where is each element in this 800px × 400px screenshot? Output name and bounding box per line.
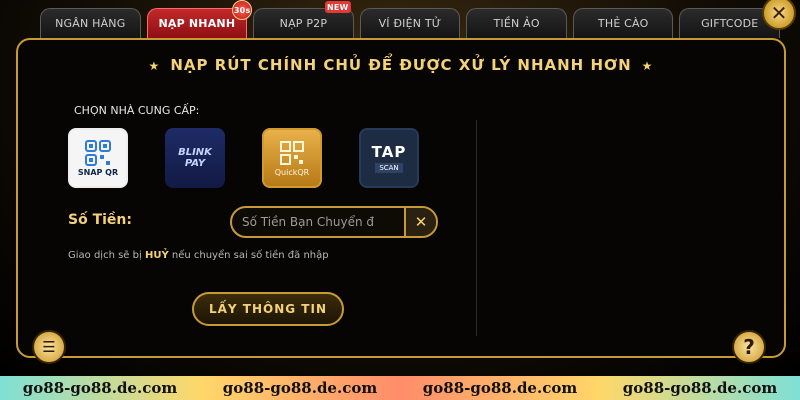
provider-quick-qr[interactable]: QuickQR bbox=[262, 128, 322, 188]
tab-label: NẠP NHANH bbox=[158, 17, 236, 30]
headline-text: NẠP RÚT CHÍNH CHỦ ĐỂ ĐƯỢC XỬ LÝ NHANH HƠ… bbox=[170, 56, 632, 74]
tab-label: NGÂN HÀNG bbox=[55, 17, 126, 30]
warning-after: nếu chuyển sai số tiền đã nhập bbox=[168, 250, 329, 261]
question-icon: ? bbox=[743, 335, 755, 359]
amount-input[interactable] bbox=[232, 208, 404, 236]
watermark-text: go88-go88.de.com bbox=[222, 379, 378, 397]
star-icon: ★ bbox=[641, 59, 654, 73]
notes-icon: ☰ bbox=[42, 338, 56, 356]
deposit-panel: ★ NẠP RÚT CHÍNH CHỦ ĐỂ ĐƯỢC XỬ LÝ NHANH H… bbox=[16, 38, 786, 358]
tab-nap-p2p[interactable]: NẠP P2P NEW bbox=[253, 1, 354, 38]
warning-emphasis: HUỶ bbox=[144, 250, 169, 261]
provider-snap-qr[interactable]: SNAP QR bbox=[68, 128, 128, 188]
provider-list: SNAP QR BLINK PAY QuickQR TAP SCAN bbox=[68, 128, 419, 188]
provider-name: QuickQR bbox=[274, 167, 310, 177]
get-info-button[interactable]: LẤY THÔNG TIN bbox=[192, 292, 344, 326]
panel-divider bbox=[476, 120, 477, 336]
provider-name: SNAP QR bbox=[77, 167, 119, 177]
help-button[interactable]: ? bbox=[732, 330, 766, 364]
tab-label: VÍ ĐIỆN TỬ bbox=[378, 17, 442, 30]
warning-text: Giao dịch sẽ bị HUỶ nếu chuyển sai số ti… bbox=[68, 250, 329, 261]
tab-bar: NGÂN HÀNG NẠP NHANH 30s NẠP P2P NEW VÍ Đ… bbox=[40, 0, 781, 38]
tab-ngan-hang[interactable]: NGÂN HÀNG bbox=[40, 8, 141, 38]
star-icon: ★ bbox=[148, 59, 161, 73]
panel-headline: ★ NẠP RÚT CHÍNH CHỦ ĐỂ ĐƯỢC XỬ LÝ NHANH H… bbox=[18, 56, 784, 74]
deposit-modal: NGÂN HÀNG NẠP NHANH 30s NẠP P2P NEW VÍ Đ… bbox=[0, 0, 800, 376]
clear-amount-button[interactable]: ✕ bbox=[404, 208, 436, 236]
provider-tap-scan[interactable]: TAP SCAN bbox=[359, 128, 419, 188]
watermark-text: go88-go88.de.com bbox=[22, 379, 178, 397]
watermark-bar: go88-go88.de.com go88-go88.de.com go88-g… bbox=[0, 376, 800, 400]
tab-label: THẺ CÀO bbox=[597, 17, 649, 30]
tab-the-cao[interactable]: THẺ CÀO bbox=[572, 8, 674, 38]
amount-field: ✕ bbox=[230, 206, 438, 238]
blinkpay-logo: BLINK PAY bbox=[178, 147, 212, 169]
tab-label: NẠP P2P bbox=[279, 17, 328, 30]
provider-blink-pay[interactable]: BLINK PAY bbox=[165, 128, 225, 188]
close-icon: ✕ bbox=[414, 213, 428, 231]
tab-tien-ao[interactable]: TIỀN ẢO bbox=[466, 8, 567, 38]
tapscan-logo: TAP bbox=[371, 143, 407, 161]
tapscan-sub: SCAN bbox=[375, 163, 403, 173]
tab-nap-nhanh[interactable]: NẠP NHANH 30s bbox=[146, 0, 253, 38]
qr-icon bbox=[280, 140, 304, 165]
provider-label: CHỌN NHÀ CUNG CẤP: bbox=[74, 104, 200, 117]
close-button[interactable]: ✕ bbox=[762, 0, 796, 30]
new-badge: NEW bbox=[324, 1, 351, 13]
warning-before: Giao dịch sẽ bị bbox=[68, 250, 145, 261]
amount-label: Số Tiền: bbox=[68, 212, 132, 228]
watermark-text: go88-go88.de.com bbox=[422, 379, 578, 397]
close-icon: ✕ bbox=[770, 1, 788, 25]
watermark-text: go88-go88.de.com bbox=[622, 379, 778, 397]
tab-label: GIFTCODE bbox=[701, 17, 759, 30]
timer-badge: 30s bbox=[232, 0, 253, 20]
get-info-label: LẤY THÔNG TIN bbox=[209, 302, 327, 316]
tab-vi-dien-tu[interactable]: VÍ ĐIỆN TỬ bbox=[359, 8, 461, 38]
tab-label: TIỀN ẢO bbox=[493, 17, 540, 30]
qr-icon bbox=[85, 139, 111, 166]
notes-button[interactable]: ☰ bbox=[32, 330, 66, 364]
